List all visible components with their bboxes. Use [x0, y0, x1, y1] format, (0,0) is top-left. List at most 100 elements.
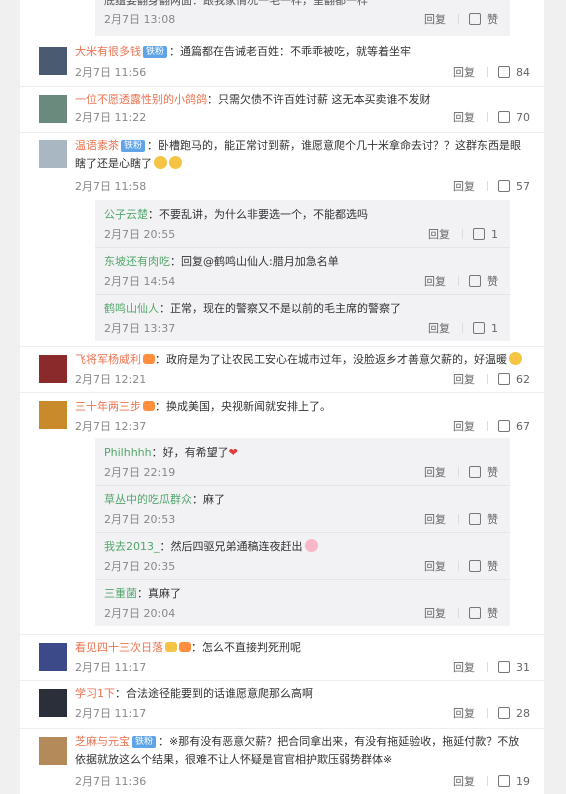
- reply-item: Philhhhh：好，有希望了❤ 2月7日 22:19 回复赞: [95, 438, 510, 485]
- reply-button[interactable]: 回复: [424, 511, 446, 527]
- comment-item: 学习1下：合法途径能要到的话谁愿意爬那么高啊 2月7日 11:17 回复 28: [20, 680, 544, 729]
- crying-laugh-emoji-icon: [169, 156, 182, 169]
- member-crown-icon: [179, 642, 191, 652]
- comment-item: 飞将军杨威利 ：政府是为了让农民工安心在城市过年，没脸返乡才善意欠薪的，好温暖 2…: [20, 346, 544, 393]
- like-count: 赞: [487, 466, 498, 479]
- comment-item: 温语素茶 铁粉 ：卧槽跑马的，能正常讨到薪，谁愿意爬个几十米拿命去讨？？这群东西是眼…: [20, 132, 544, 347]
- reply-button[interactable]: 回复: [453, 178, 475, 194]
- like-icon[interactable]: [498, 180, 510, 192]
- like-count: 赞: [487, 513, 498, 526]
- user-name[interactable]: 芝麻与元宝: [75, 735, 130, 748]
- like-icon[interactable]: [469, 560, 481, 572]
- user-name[interactable]: 飞将军杨威利: [75, 353, 141, 366]
- comment-feed: 底蕴要翻身翻两面：跟我家情况一毛一样，呈翻都一样 2月7日 13:08 回复赞 …: [20, 0, 544, 794]
- reply-button[interactable]: 回复: [424, 464, 446, 480]
- reply-item: 鹤鸣山仙人：正常，现在的警察又不是以前的毛主席的警察了 2月7日 13:37 回…: [95, 294, 510, 341]
- like-icon[interactable]: [473, 228, 485, 240]
- reply-button[interactable]: 回复: [453, 705, 475, 721]
- comment-item: 看见四十三次日落 ：怎么不直接判死刑呢 2月7日 11:17 回复 31: [20, 634, 544, 681]
- comment-text: ：只需欠债不许百姓讨薪 这无本买卖谁不发财: [207, 93, 431, 106]
- user-name[interactable]: 看见四十三次日落: [75, 641, 163, 654]
- reply-list: Philhhhh：好，有希望了❤ 2月7日 22:19 回复赞 草丛中的吃瓜群众…: [95, 438, 510, 626]
- like-icon[interactable]: [498, 373, 510, 385]
- reply-item: 东坡还有肉吃：回复@鹤鸣山仙人:腊月加急名单 2月7日 14:54 回复赞: [95, 247, 510, 294]
- user-name[interactable]: 一位不愿透露性别的小鸽鸽: [75, 93, 207, 106]
- reply-button[interactable]: 回复: [428, 226, 450, 242]
- reply-item: 草丛中的吃瓜群众：麻了 2月7日 20:53 回复赞: [95, 485, 510, 532]
- reply-text: ：然后四驱兄弟通稿连夜赶出: [159, 540, 303, 553]
- avatar[interactable]: [39, 737, 67, 765]
- avatar[interactable]: [39, 355, 67, 383]
- comment-text: ：通篇都在告诫老百姓：不乖乖被吃，就等着坐牢: [169, 45, 412, 58]
- comment-text: ：合法途径能要到的话谁愿意爬那么高啊: [115, 687, 313, 700]
- reply-text: ：回复@鹤鸣山仙人:腊月加急名单: [170, 255, 339, 268]
- like-icon[interactable]: [498, 775, 510, 787]
- avatar[interactable]: [39, 95, 67, 123]
- like-count: 赞: [487, 560, 498, 573]
- reply-button[interactable]: 回复: [453, 418, 475, 434]
- user-name[interactable]: 三十年两三步: [75, 400, 141, 413]
- reply-button[interactable]: 回复: [453, 659, 475, 675]
- like-icon[interactable]: [469, 607, 481, 619]
- comment-item: 一位不愿透露性别的小鸽鸽：只需欠债不许百姓讨薪 这无本买卖谁不发财 2月7日 1…: [20, 86, 544, 133]
- like-icon[interactable]: [498, 111, 510, 123]
- user-name[interactable]: 我去2013_: [104, 540, 160, 553]
- reply-text: ：好，有希望了: [151, 446, 229, 459]
- reply-item: 三重菌：真麻了 2月7日 20:04 回复赞: [95, 579, 510, 626]
- like-icon[interactable]: [469, 13, 481, 25]
- like-count: 1: [491, 228, 498, 241]
- fan-badge: 铁粉: [132, 736, 157, 748]
- reply-button[interactable]: 回复: [453, 371, 475, 387]
- like-icon[interactable]: [473, 322, 485, 334]
- reply-text: ：不要乱讲，为什么非要选一个，不能都选吗: [148, 208, 368, 221]
- like-count: 67: [516, 420, 530, 433]
- reply-button[interactable]: 回复: [453, 109, 475, 125]
- reply-button[interactable]: 回复: [424, 558, 446, 574]
- like-count: 赞: [487, 275, 498, 288]
- fan-badge: 铁粉: [143, 46, 168, 58]
- avatar[interactable]: [39, 140, 67, 168]
- reply-button[interactable]: 回复: [453, 64, 475, 80]
- like-icon[interactable]: [498, 661, 510, 673]
- reply-text: ：真麻了: [137, 587, 181, 600]
- like-icon[interactable]: [498, 707, 510, 719]
- reply-item: 公子云楚：不要乱讲，为什么非要选一个，不能都选吗 2月7日 20:55 回复 1: [95, 200, 510, 247]
- user-name[interactable]: 公子云楚: [104, 208, 148, 221]
- like-count: 赞: [487, 13, 498, 26]
- comment-item: 三十年两三步 ：换成美国，央视新闻就安排上了。 2月7日 12:37 回复 67 P…: [20, 392, 544, 635]
- user-name[interactable]: 学习1下: [75, 687, 115, 700]
- user-name[interactable]: 温语素茶: [75, 139, 119, 152]
- like-count: 57: [516, 180, 530, 193]
- like-count: 1: [491, 322, 498, 335]
- reply-button[interactable]: 回复: [453, 773, 475, 789]
- reply-button[interactable]: 回复: [424, 273, 446, 289]
- avatar[interactable]: [39, 47, 67, 75]
- crying-laugh-emoji-icon: [154, 156, 167, 169]
- reply-button[interactable]: 回复: [428, 320, 450, 336]
- left-margin: [0, 0, 20, 794]
- like-icon[interactable]: [469, 513, 481, 525]
- like-count: 19: [516, 775, 530, 788]
- comment-text: ：换成美国，央视新闻就安排上了。: [155, 400, 331, 413]
- comment-text: ：怎么不直接判死刑呢: [191, 641, 301, 654]
- reply-item: 我去2013_：然后四驱兄弟通稿连夜赶出 2月7日 20:35 回复赞: [95, 532, 510, 579]
- user-name[interactable]: 三重菌: [104, 587, 137, 600]
- reply-list: 公子云楚：不要乱讲，为什么非要选一个，不能都选吗 2月7日 20:55 回复 1 …: [95, 200, 510, 341]
- reply-button[interactable]: 回复: [424, 605, 446, 621]
- avatar[interactable]: [39, 689, 67, 717]
- like-icon[interactable]: [498, 66, 510, 78]
- like-icon[interactable]: [498, 420, 510, 432]
- like-count: 70: [516, 111, 530, 124]
- user-name[interactable]: 草丛中的吃瓜群众: [104, 493, 192, 506]
- comment-item: 芝麻与元宝 铁粉 ：※那有没有恶意欠薪？把合同拿出来，有没有拖延验收，拖延付款？不放…: [20, 728, 544, 794]
- user-name[interactable]: 东坡还有肉吃: [104, 255, 170, 268]
- user-name[interactable]: Philhhhh: [104, 446, 152, 459]
- reply-item: 底蕴要翻身翻两面：跟我家情况一毛一样，呈翻都一样 2月7日 13:08 回复赞: [95, 0, 510, 36]
- avatar[interactable]: [39, 401, 67, 429]
- user-name[interactable]: 大米有很多钱: [75, 45, 141, 58]
- user-name[interactable]: 鹤鸣山仙人: [104, 302, 159, 315]
- reply-button[interactable]: 回复: [424, 11, 446, 27]
- avatar[interactable]: [39, 643, 67, 671]
- like-icon[interactable]: [469, 466, 481, 478]
- like-icon[interactable]: [469, 275, 481, 287]
